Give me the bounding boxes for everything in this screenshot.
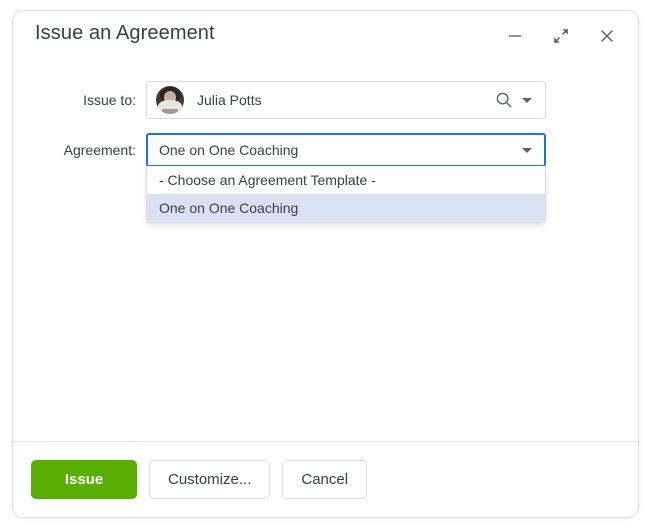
cancel-button[interactable]: Cancel [282,460,368,499]
agreement-dropdown-list[interactable]: - Choose an Agreement Template - One on … [146,166,546,223]
minimize-icon [509,35,521,37]
agreement-select-wrap: One on One Coaching - Choose an Agreemen… [146,133,546,223]
agreement-select[interactable]: One on One Coaching [146,133,546,167]
dialog-title-bar: Issue an Agreement [13,11,638,67]
issue-to-actions [495,91,532,109]
app-root: Issue an Agreement Issue to: Julia Potts… [0,0,651,528]
agreement-label: Agreement: [63,142,136,158]
issue-to-row: Issue to: Julia Potts [13,81,546,119]
issue-to-label: Issue to: [83,92,136,108]
agreement-selected-value: One on One Coaching [159,142,299,158]
search-button[interactable] [495,91,513,109]
window-controls [498,19,624,53]
collapse-diagonal-icon [553,28,569,44]
avatar-book [162,109,178,114]
issue-button[interactable]: Issue [31,460,137,499]
agreement-row: Agreement: One on One Coaching - Choose … [13,133,546,223]
dialog-footer: Issue Customize... Cancel [13,442,638,517]
search-icon [496,92,512,108]
agreement-chevron-down-icon [522,147,532,153]
collapse-button[interactable] [544,19,578,53]
issue-agreement-dialog: Issue an Agreement Issue to: Julia Potts… [12,10,639,518]
dropdown-option-one-on-one-coaching[interactable]: One on One Coaching [147,194,545,222]
dropdown-option-placeholder[interactable]: - Choose an Agreement Template - [147,166,545,194]
page-title: Issue an Agreement [35,22,215,44]
issue-to-value: Julia Potts [197,92,262,108]
avatar [156,86,184,114]
close-button[interactable] [590,19,624,53]
dialog-body: Issue to: Julia Potts Agreement: One on … [13,67,638,441]
customize-button[interactable]: Customize... [149,460,271,499]
close-icon [601,30,613,42]
minimize-button[interactable] [498,19,532,53]
issue-to-input[interactable]: Julia Potts [146,81,546,119]
issue-to-chevron-down-icon[interactable] [522,97,532,103]
